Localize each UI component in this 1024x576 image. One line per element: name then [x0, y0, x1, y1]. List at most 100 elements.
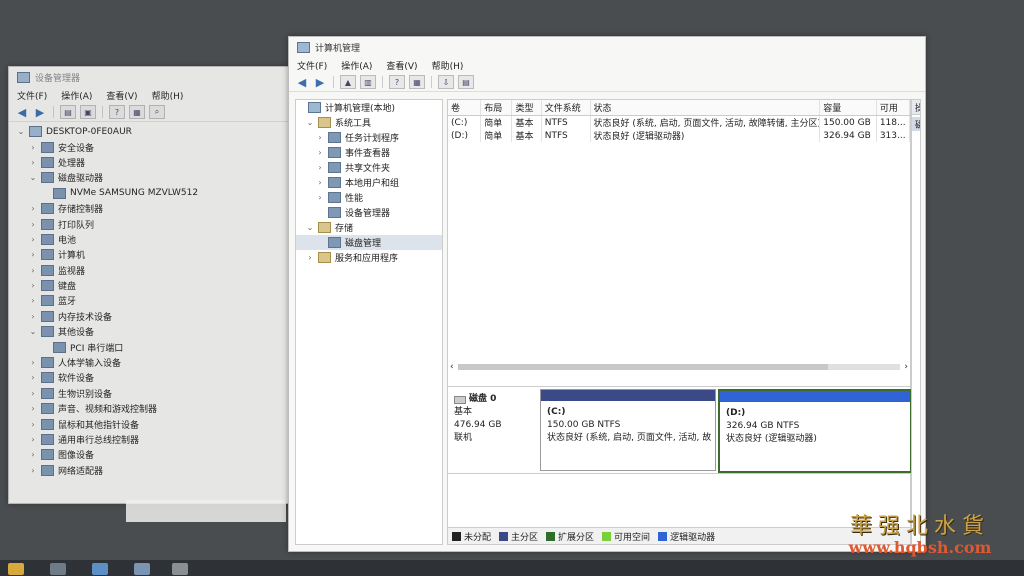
- console-tree-item[interactable]: ⌄ 存储: [296, 220, 442, 235]
- console-tree-item[interactable]: › 本地用户和组: [296, 175, 442, 190]
- partition-c[interactable]: (C:) 150.00 GB NTFS 状态良好 (系统, 启动, 页面文件, …: [540, 389, 716, 471]
- expand-toggle-icon[interactable]: ⌄: [29, 173, 37, 182]
- device-tree-item[interactable]: › 处理器: [17, 155, 305, 170]
- up-folder-icon[interactable]: ▲: [340, 75, 356, 89]
- console-tree-item[interactable]: › 任务计划程序: [296, 130, 442, 145]
- expand-toggle-icon[interactable]: ›: [29, 435, 37, 444]
- menu-item[interactable]: 查看(V): [386, 59, 417, 72]
- device-tree-item[interactable]: › 键盘: [17, 278, 305, 293]
- device-tree-item[interactable]: › 安全设备: [17, 139, 305, 154]
- expand-toggle-icon[interactable]: ›: [316, 133, 324, 142]
- device-tree-item[interactable]: › 生物识别设备: [17, 386, 305, 401]
- console-tree-item[interactable]: › 性能: [296, 190, 442, 205]
- expand-toggle-icon[interactable]: ›: [29, 466, 37, 475]
- volume-row[interactable]: (C:) 简单 基本 NTFS 状态良好 (系统, 启动, 页面文件, 活动, 故障转储…: [448, 116, 910, 129]
- expand-toggle-icon[interactable]: ›: [29, 373, 37, 382]
- expand-toggle-icon[interactable]: ›: [29, 312, 37, 321]
- device-tree-item[interactable]: › 软件设备: [17, 370, 305, 385]
- expand-toggle-icon[interactable]: ›: [29, 450, 37, 459]
- partition-d[interactable]: (D:) 326.94 GB NTFS 状态良好 (逻辑驱动器): [718, 389, 912, 473]
- device-tree-item[interactable]: › 网络适配器: [17, 463, 305, 478]
- device-tree-item[interactable]: › 打印队列: [17, 216, 305, 231]
- properties-icon[interactable]: ▤: [60, 105, 76, 119]
- menu-item[interactable]: 操作(A): [61, 89, 92, 102]
- update-driver-icon[interactable]: ▣: [80, 105, 96, 119]
- device-tree-item[interactable]: › 图像设备: [17, 447, 305, 462]
- expand-toggle-icon[interactable]: ›: [29, 389, 37, 398]
- export-icon[interactable]: ⇩: [438, 75, 454, 89]
- column-header[interactable]: 容量: [820, 100, 877, 115]
- device-tree-item[interactable]: ⌄ 磁盘驱动器: [17, 170, 305, 185]
- device-tree[interactable]: ⌄ DESKTOP-0FE0AUR › 安全设备 › 处理器 ⌄ 磁盘驱动器 NVMe SAMS…: [9, 122, 305, 478]
- device-tree-item[interactable]: ⌄ DESKTOP-0FE0AUR: [17, 124, 305, 139]
- console-tree-item[interactable]: › 共享文件夹: [296, 160, 442, 175]
- device-tree-item[interactable]: › 电池: [17, 232, 305, 247]
- column-header[interactable]: 布局: [481, 100, 513, 115]
- store-icon[interactable]: [50, 563, 66, 575]
- show-hide-tree-icon[interactable]: ▥: [360, 75, 376, 89]
- expand-toggle-icon[interactable]: ›: [29, 158, 37, 167]
- forward-arrow-icon[interactable]: ▶: [313, 76, 327, 89]
- back-arrow-icon[interactable]: ◀: [15, 106, 29, 119]
- actions-item-disk[interactable]: 磁盘: [912, 117, 920, 131]
- menu-item[interactable]: 查看(V): [106, 89, 137, 102]
- expand-toggle-icon[interactable]: ›: [29, 235, 37, 244]
- disk-info[interactable]: 磁盘 0 基本 476.94 GB 联机: [454, 393, 536, 445]
- device-tree-item[interactable]: NVMe SAMSUNG MZVLW512: [17, 186, 305, 201]
- volume-row[interactable]: (D:) 简单 基本 NTFS 状态良好 (逻辑驱动器) 326.94 GB 313...: [448, 129, 910, 142]
- expand-toggle-icon[interactable]: ›: [316, 178, 324, 187]
- expand-toggle-icon[interactable]: ›: [29, 204, 37, 213]
- expand-toggle-icon[interactable]: ›: [29, 420, 37, 429]
- scroll-thumb[interactable]: [457, 364, 828, 370]
- device-tree-item[interactable]: › 人体学输入设备: [17, 355, 305, 370]
- expand-toggle-icon[interactable]: ⌄: [17, 127, 25, 136]
- scan-hardware-icon[interactable]: ⌕: [149, 105, 165, 119]
- device-tree-item[interactable]: › 内存技术设备: [17, 309, 305, 324]
- column-header[interactable]: 状态: [591, 100, 821, 115]
- expand-toggle-icon[interactable]: ›: [29, 250, 37, 259]
- view-icon[interactable]: ▦: [129, 105, 145, 119]
- expand-toggle-icon[interactable]: ›: [29, 266, 37, 275]
- device-tree-item[interactable]: ⌄ 其他设备: [17, 324, 305, 339]
- scroll-left-icon[interactable]: ‹: [450, 362, 454, 372]
- console-tree-item[interactable]: › 服务和应用程序: [296, 250, 442, 265]
- menu-item[interactable]: 文件(F): [17, 89, 47, 102]
- device-manager-taskbar-icon[interactable]: [172, 563, 188, 575]
- console-tree-item[interactable]: › 事件查看器: [296, 145, 442, 160]
- computer-management-titlebar[interactable]: 计算机管理: [289, 37, 925, 57]
- expand-toggle-icon[interactable]: ›: [29, 404, 37, 413]
- console-tree-item[interactable]: 计算机管理(本地): [296, 100, 442, 115]
- column-header[interactable]: 类型: [512, 100, 542, 115]
- expand-toggle-icon[interactable]: ›: [29, 296, 37, 305]
- device-tree-item[interactable]: › 鼠标和其他指针设备: [17, 416, 305, 431]
- expand-toggle-icon[interactable]: ›: [316, 148, 324, 157]
- help-icon[interactable]: ?: [389, 75, 405, 89]
- expand-toggle-icon[interactable]: ⌄: [306, 223, 314, 232]
- menu-item[interactable]: 文件(F): [297, 59, 327, 72]
- device-tree-item[interactable]: › 计算机: [17, 247, 305, 262]
- console-tree-item[interactable]: 设备管理器: [296, 205, 442, 220]
- device-manager-window[interactable]: 设备管理器 文件(F) 操作(A) 查看(V) 帮助(H) ◀ ▶ ▤ ▣ ? ▦ ⌕…: [8, 66, 306, 504]
- menu-item[interactable]: 帮助(H): [152, 89, 184, 102]
- console-tree-item[interactable]: ⌄ 系统工具: [296, 115, 442, 130]
- menu-item[interactable]: 操作(A): [341, 59, 372, 72]
- expand-toggle-icon[interactable]: ›: [316, 193, 324, 202]
- device-tree-item[interactable]: › 通用串行总线控制器: [17, 432, 305, 447]
- file-explorer-icon[interactable]: [8, 563, 24, 575]
- volume-list[interactable]: (C:) 简单 基本 NTFS 状态良好 (系统, 启动, 页面文件, 活动, 故障转储…: [448, 116, 910, 142]
- expand-toggle-icon[interactable]: ⌄: [306, 118, 314, 127]
- mail-icon[interactable]: [92, 563, 108, 575]
- expand-toggle-icon[interactable]: ›: [29, 143, 37, 152]
- expand-toggle-icon[interactable]: ›: [29, 281, 37, 290]
- menu-item[interactable]: 帮助(H): [432, 59, 464, 72]
- expand-toggle-icon[interactable]: ›: [316, 163, 324, 172]
- device-tree-item[interactable]: › 蓝牙: [17, 293, 305, 308]
- device-tree-item[interactable]: › 声音、视频和游戏控制器: [17, 401, 305, 416]
- properties-icon[interactable]: ▤: [458, 75, 474, 89]
- back-arrow-icon[interactable]: ◀: [295, 76, 309, 89]
- console-tree-item[interactable]: 磁盘管理: [296, 235, 442, 250]
- expand-toggle-icon[interactable]: ›: [306, 253, 314, 262]
- computer-management-window[interactable]: 计算机管理 文件(F) 操作(A) 查看(V) 帮助(H) ◀ ▶ ▲ ▥ ? ▦ ⇩…: [288, 36, 926, 552]
- forward-arrow-icon[interactable]: ▶: [33, 106, 47, 119]
- expand-toggle-icon[interactable]: ⌄: [29, 327, 37, 336]
